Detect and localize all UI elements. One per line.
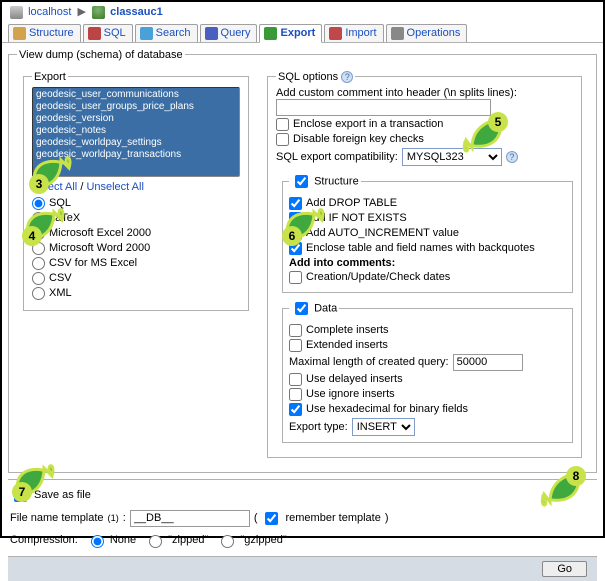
tab-export[interactable]: Export — [259, 24, 322, 43]
chk-disable-fk[interactable] — [276, 133, 289, 146]
go-button[interactable]: Go — [542, 561, 587, 577]
template-label: File name template — [10, 512, 104, 524]
compat-label: SQL export compatibility: — [276, 151, 398, 163]
chk-data-master[interactable] — [295, 302, 308, 315]
structure-icon — [13, 27, 26, 40]
table-select[interactable]: geodesic_user_communications geodesic_us… — [32, 87, 240, 177]
chk-save-as-file[interactable] — [14, 489, 27, 502]
chk-complete-inserts[interactable] — [289, 324, 302, 337]
format-radios: SQL LaTeX Microsoft Excel 2000 Microsoft… — [32, 197, 240, 300]
database-icon — [92, 6, 105, 19]
tab-label: Import — [345, 27, 376, 39]
server-link[interactable]: localhost — [28, 6, 71, 18]
radio-csvms[interactable] — [32, 257, 45, 270]
compression-label: Compression: — [10, 534, 78, 546]
radio-comp-zipped[interactable] — [149, 535, 162, 548]
chk-auto-increment[interactable] — [289, 227, 302, 240]
tab-label: Operations — [407, 27, 461, 39]
chk-hex[interactable] — [289, 403, 302, 416]
operations-icon — [391, 27, 404, 40]
go-bar: Go — [8, 556, 597, 581]
save-as-file-fieldset: Save as file File name template (1): ( r… — [8, 479, 597, 554]
structure-fieldset: Structure Add DROP TABLE Add IF NOT EXIS… — [282, 172, 573, 293]
breadcrumb: localhost ▶ classauc1 — [2, 2, 603, 21]
chk-creation-dates[interactable] — [289, 271, 302, 284]
sql-options-fieldset: SQL options ? Add custom comment into he… — [267, 71, 582, 458]
radio-comp-gzipped[interactable] — [221, 535, 234, 548]
select-all-link[interactable]: Select All — [32, 181, 77, 193]
tab-query[interactable]: Query — [200, 24, 258, 42]
radio-excel[interactable] — [32, 227, 45, 240]
radio-word[interactable] — [32, 242, 45, 255]
tab-operations[interactable]: Operations — [386, 24, 468, 42]
header-comment-input[interactable] — [276, 99, 491, 116]
tab-import[interactable]: Import — [324, 24, 383, 42]
help-icon[interactable]: ? — [341, 71, 353, 83]
compat-select[interactable]: MYSQL323 — [402, 148, 502, 166]
radio-csv[interactable] — [32, 272, 45, 285]
chk-ignore[interactable] — [289, 388, 302, 401]
add-comment-label: Add custom comment into header (\n split… — [276, 87, 573, 99]
tab-sql[interactable]: SQL — [83, 24, 133, 42]
view-dump-fieldset: View dump (schema) of database Export ge… — [8, 49, 597, 473]
tab-search[interactable]: Search — [135, 24, 198, 42]
export-legend: Export — [32, 71, 68, 83]
chk-drop-table[interactable] — [289, 197, 302, 210]
sql-options-legend: SQL options ? — [276, 71, 355, 83]
chk-delayed[interactable] — [289, 373, 302, 386]
tabs: Structure SQL Search Query Export Import… — [2, 21, 603, 43]
radio-sql[interactable] — [32, 197, 45, 210]
unselect-all-link[interactable]: Unselect All — [86, 181, 143, 193]
search-icon — [140, 27, 153, 40]
chk-remember-template[interactable] — [265, 512, 278, 525]
chk-enclose-transaction[interactable] — [276, 118, 289, 131]
export-type-label: Export type: — [289, 421, 348, 433]
tab-label: SQL — [104, 27, 126, 39]
radio-xml[interactable] — [32, 287, 45, 300]
view-dump-legend: View dump (schema) of database — [17, 49, 185, 61]
into-comments-label: Add into comments: — [289, 257, 566, 269]
query-icon — [205, 27, 218, 40]
chk-structure-master[interactable] — [295, 175, 308, 188]
sql-icon — [88, 27, 101, 40]
chk-if-not-exists[interactable] — [289, 212, 302, 225]
breadcrumb-separator: ▶ — [78, 6, 86, 18]
export-icon — [264, 27, 277, 40]
filename-template-input[interactable] — [130, 510, 250, 527]
radio-comp-none[interactable] — [91, 535, 104, 548]
chk-extended-inserts[interactable] — [289, 339, 302, 352]
export-type-select[interactable]: INSERT — [352, 418, 415, 436]
data-fieldset: Data Complete inserts Extended inserts M… — [282, 299, 573, 443]
tab-label: Structure — [29, 27, 74, 39]
radio-latex[interactable] — [32, 212, 45, 225]
help-icon[interactable]: ? — [506, 151, 518, 163]
tab-label: Search — [156, 27, 191, 39]
tab-label: Export — [280, 27, 315, 39]
tab-label: Query — [221, 27, 251, 39]
chk-backquotes[interactable] — [289, 242, 302, 255]
server-icon — [10, 6, 23, 19]
maxlen-label: Maximal length of created query: — [289, 356, 449, 368]
export-fieldset: Export geodesic_user_communications geod… — [23, 71, 249, 311]
database-link[interactable]: classauc1 — [110, 6, 163, 18]
import-icon — [329, 27, 342, 40]
tab-structure[interactable]: Structure — [8, 24, 81, 42]
maxlen-input[interactable] — [453, 354, 523, 371]
